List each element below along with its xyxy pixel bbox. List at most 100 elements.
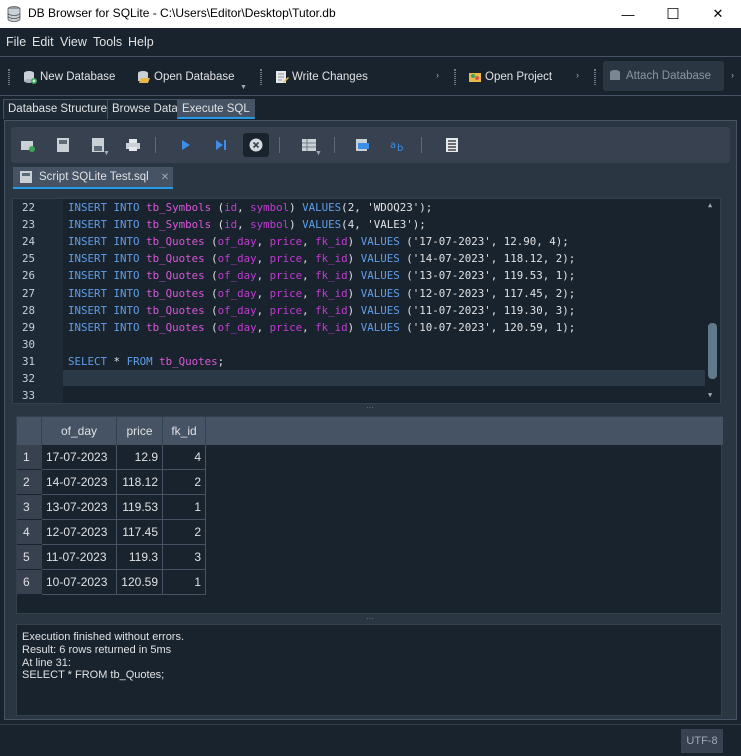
sql-literal: '13-07-2023' bbox=[412, 269, 491, 283]
open-database-dropdown-icon[interactable]: ▼ bbox=[240, 84, 247, 91]
cell-price[interactable]: 118.12 bbox=[117, 470, 163, 495]
comment-lines-button[interactable] bbox=[439, 133, 465, 157]
cell-fk-id[interactable]: 4 bbox=[163, 445, 206, 470]
cell-price[interactable]: 119.53 bbox=[117, 495, 163, 520]
line-number: 27 bbox=[22, 286, 36, 300]
tab-database-structure[interactable]: Database Structure bbox=[3, 99, 113, 119]
row-number[interactable]: 5 bbox=[17, 545, 42, 570]
sql-table-name: tb_Quotes bbox=[146, 320, 205, 334]
row-number[interactable]: 4 bbox=[17, 520, 42, 545]
toolbar-grip[interactable] bbox=[8, 69, 10, 85]
sql-keyword: INTO bbox=[113, 303, 140, 317]
write-changes-button[interactable]: Write Changes bbox=[275, 66, 368, 88]
stop-execution-button[interactable] bbox=[243, 133, 269, 157]
cell-of-day[interactable]: 13-07-2023 bbox=[42, 495, 117, 520]
scrollbar-thumb[interactable] bbox=[708, 323, 717, 379]
sql-keyword: INTO bbox=[113, 235, 140, 249]
sql-keyword: INTO bbox=[113, 252, 140, 266]
execute-line-button[interactable] bbox=[208, 133, 234, 157]
sql-keyword: INSERT bbox=[68, 218, 108, 232]
attach-database-button[interactable]: Attach Database bbox=[603, 61, 724, 91]
open-database-button[interactable]: Open Database bbox=[137, 66, 235, 88]
menu-help[interactable]: Help bbox=[128, 35, 154, 49]
cell-fk-id[interactable]: 2 bbox=[163, 520, 206, 545]
cell-of-day[interactable]: 10-07-2023 bbox=[42, 570, 117, 595]
save-dropdown-icon[interactable]: ▼ bbox=[103, 150, 110, 157]
menu-file[interactable]: File bbox=[6, 35, 26, 49]
results-splitter-handle[interactable]: ⋯ bbox=[366, 614, 375, 623]
status-bar: UTF-8 bbox=[0, 724, 741, 756]
cell-price[interactable]: 12.9 bbox=[117, 445, 163, 470]
cell-price[interactable]: 117.45 bbox=[117, 520, 163, 545]
results-grid[interactable]: of_day price fk_id 1 17-07-2023 12.9 4 2 14-0… bbox=[16, 416, 723, 614]
sql-column-name: id bbox=[224, 218, 238, 232]
column-header-price[interactable]: price bbox=[117, 417, 163, 445]
maximize-button[interactable]: ☐ bbox=[650, 0, 696, 28]
sql-keyword: VALUES bbox=[360, 235, 400, 249]
cell-of-day[interactable]: 14-07-2023 bbox=[42, 470, 117, 495]
save-results-dropdown-icon[interactable]: ▼ bbox=[315, 150, 322, 157]
row-number[interactable]: 2 bbox=[17, 470, 42, 495]
cell-of-day[interactable]: 11-07-2023 bbox=[42, 545, 117, 570]
cell-fk-id[interactable]: 1 bbox=[163, 570, 206, 595]
cell-price[interactable]: 120.59 bbox=[117, 570, 163, 595]
find-replace-button[interactable]: ab bbox=[385, 133, 411, 157]
encoding-indicator: UTF-8 bbox=[681, 729, 723, 753]
toolbar-overflow-icon[interactable]: › bbox=[436, 70, 439, 80]
cell-fk-id[interactable]: 3 bbox=[163, 545, 206, 570]
cell-of-day[interactable]: 17-07-2023 bbox=[42, 445, 117, 470]
comment-lines-icon bbox=[446, 138, 458, 152]
open-sql-file-button[interactable] bbox=[50, 133, 76, 157]
minimize-button[interactable]: — bbox=[605, 0, 651, 28]
scroll-up-icon[interactable]: ▲ bbox=[708, 201, 712, 209]
editor-splitter-handle[interactable]: ⋯ bbox=[366, 403, 375, 412]
cell-of-day[interactable]: 12-07-2023 bbox=[42, 520, 117, 545]
toolbar-overflow-icon[interactable]: › bbox=[731, 70, 734, 80]
cell-fk-id[interactable]: 2 bbox=[163, 470, 206, 495]
sql-literal: 118.12 bbox=[503, 252, 543, 266]
sql-column-name: symbol bbox=[250, 218, 290, 232]
print-button[interactable] bbox=[120, 133, 146, 157]
column-header-of-day[interactable]: of_day bbox=[42, 417, 117, 445]
sql-keyword: INSERT bbox=[68, 286, 108, 300]
close-window-button[interactable]: ✕ bbox=[695, 0, 741, 28]
sql-column-name: price bbox=[269, 269, 303, 283]
toolbar-grip[interactable] bbox=[260, 69, 262, 85]
open-tab-button[interactable] bbox=[15, 133, 41, 157]
menu-view[interactable]: View bbox=[60, 35, 87, 49]
scroll-down-icon[interactable]: ▼ bbox=[708, 391, 712, 399]
column-header-fk-id[interactable]: fk_id bbox=[163, 417, 206, 445]
sql-literal: 120.59 bbox=[503, 320, 543, 334]
cell-price[interactable]: 119.3 bbox=[117, 545, 163, 570]
message-line: At line 31: bbox=[22, 656, 71, 669]
toolbar-grip[interactable] bbox=[454, 69, 456, 85]
sql-keyword: INTO bbox=[113, 218, 140, 232]
row-number[interactable]: 1 bbox=[17, 445, 42, 470]
toolbar-overflow-icon[interactable]: › bbox=[576, 70, 579, 80]
sql-editor[interactable]: 22 INSERT INTO tb_Symbols (id, symbol) VA… bbox=[12, 198, 721, 404]
row-number[interactable]: 6 bbox=[17, 570, 42, 595]
sql-literal: 3 bbox=[555, 303, 563, 317]
sql-keyword: INSERT bbox=[68, 252, 108, 266]
find-button[interactable] bbox=[350, 133, 376, 157]
menu-edit[interactable]: Edit bbox=[32, 35, 54, 49]
corner-cell[interactable] bbox=[17, 417, 42, 445]
cell-fk-id[interactable]: 1 bbox=[163, 495, 206, 520]
new-database-button[interactable]: New Database bbox=[23, 66, 115, 88]
code-line: SELECT * FROM tb_Quotes; bbox=[68, 354, 225, 368]
editor-scrollbar[interactable]: ▲ ▼ bbox=[707, 201, 718, 399]
tab-execute-sql[interactable]: Execute SQL bbox=[177, 99, 255, 119]
row-number[interactable]: 3 bbox=[17, 495, 42, 520]
toolbar-grip[interactable] bbox=[594, 69, 596, 85]
sql-keyword: VALUES bbox=[360, 269, 400, 283]
open-project-button[interactable]: Open Project bbox=[468, 66, 552, 88]
main-tabs: Database Structure Browse Data Execute S… bbox=[0, 97, 741, 119]
close-tab-icon[interactable]: ✕ bbox=[161, 172, 169, 183]
sql-keyword: INTO bbox=[113, 201, 140, 214]
sql-column-name: price bbox=[269, 286, 303, 300]
script-tab[interactable]: Script SQLite Test.sql ✕ bbox=[13, 167, 173, 189]
tab-browse-data[interactable]: Browse Data bbox=[107, 99, 183, 119]
svg-text:a: a bbox=[390, 140, 396, 151]
menu-tools[interactable]: Tools bbox=[93, 35, 122, 49]
execute-all-button[interactable] bbox=[173, 133, 199, 157]
